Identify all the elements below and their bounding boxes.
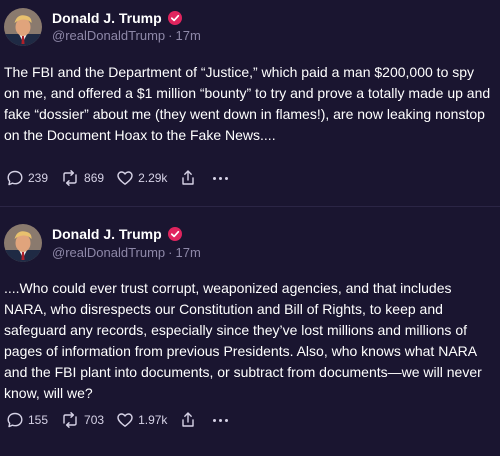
share-button[interactable] bbox=[179, 411, 197, 429]
like-button[interactable]: 2.29k bbox=[116, 169, 167, 187]
like-count: 2.29k bbox=[138, 171, 168, 185]
post-actions: 239 869 2.29k bbox=[6, 168, 229, 188]
retruth-icon bbox=[63, 170, 77, 186]
author-name[interactable]: Donald J. Trump bbox=[52, 10, 162, 26]
heart-icon bbox=[117, 171, 133, 185]
reply-count: 239 bbox=[28, 171, 49, 185]
reply-icon bbox=[7, 412, 23, 428]
post-time[interactable]: 17m bbox=[176, 245, 201, 260]
reply-button[interactable]: 155 bbox=[6, 411, 48, 429]
post[interactable]: Donald J. Trump @realDonaldTrump · 17m The… bbox=[0, 0, 500, 206]
reply-count: 155 bbox=[28, 413, 49, 427]
post-text: ....Who could ever trust corrupt, weapon… bbox=[4, 280, 482, 401]
retruth-icon bbox=[63, 412, 77, 428]
retruth-count: 869 bbox=[84, 171, 105, 185]
more-icon[interactable] bbox=[213, 176, 229, 180]
share-icon bbox=[182, 412, 195, 427]
share-button[interactable] bbox=[179, 169, 197, 187]
more-dot bbox=[225, 418, 229, 422]
more-dot bbox=[219, 176, 223, 180]
post-meta: @realDonaldTrump · 17m bbox=[52, 28, 201, 43]
author-name[interactable]: Donald J. Trump bbox=[52, 226, 162, 242]
retruth-button[interactable]: 869 bbox=[60, 169, 104, 187]
post-time[interactable]: 17m bbox=[176, 28, 201, 43]
retruth-button[interactable]: 703 bbox=[60, 411, 104, 429]
feed: Donald J. Trump @realDonaldTrump · 17m The… bbox=[0, 0, 500, 456]
meta-separator: · bbox=[168, 28, 173, 43]
verified-badge-icon bbox=[167, 227, 182, 241]
verified-badge-icon bbox=[167, 11, 182, 25]
post-meta: @realDonaldTrump · 17m bbox=[52, 245, 201, 260]
like-button[interactable]: 1.97k bbox=[116, 411, 167, 429]
reply-icon bbox=[7, 170, 23, 186]
more-dot bbox=[225, 176, 229, 180]
like-count: 1.97k bbox=[138, 413, 168, 427]
author-row: Donald J. Trump bbox=[52, 224, 182, 244]
avatar-image bbox=[4, 224, 42, 262]
reply-button[interactable]: 239 bbox=[6, 169, 48, 187]
more-dot bbox=[213, 418, 217, 422]
post-actions: 155 703 1.97k bbox=[6, 410, 229, 430]
post-text: The FBI and the Department of “Justice,”… bbox=[4, 64, 491, 143]
more-dot bbox=[219, 418, 223, 422]
avatar-image bbox=[4, 8, 42, 46]
more-dot bbox=[213, 176, 217, 180]
author-handle[interactable]: @realDonaldTrump bbox=[52, 245, 165, 260]
author-row: Donald J. Trump bbox=[52, 8, 182, 28]
heart-icon bbox=[117, 413, 133, 427]
share-icon bbox=[182, 170, 195, 185]
avatar[interactable] bbox=[4, 8, 42, 46]
meta-separator: · bbox=[168, 245, 173, 260]
post-divider bbox=[0, 206, 500, 207]
avatar[interactable] bbox=[4, 224, 42, 262]
more-icon[interactable] bbox=[213, 418, 229, 422]
author-handle[interactable]: @realDonaldTrump bbox=[52, 28, 165, 43]
post[interactable]: Donald J. Trump @realDonaldTrump · 17m ...… bbox=[0, 212, 500, 456]
retruth-count: 703 bbox=[84, 413, 105, 427]
